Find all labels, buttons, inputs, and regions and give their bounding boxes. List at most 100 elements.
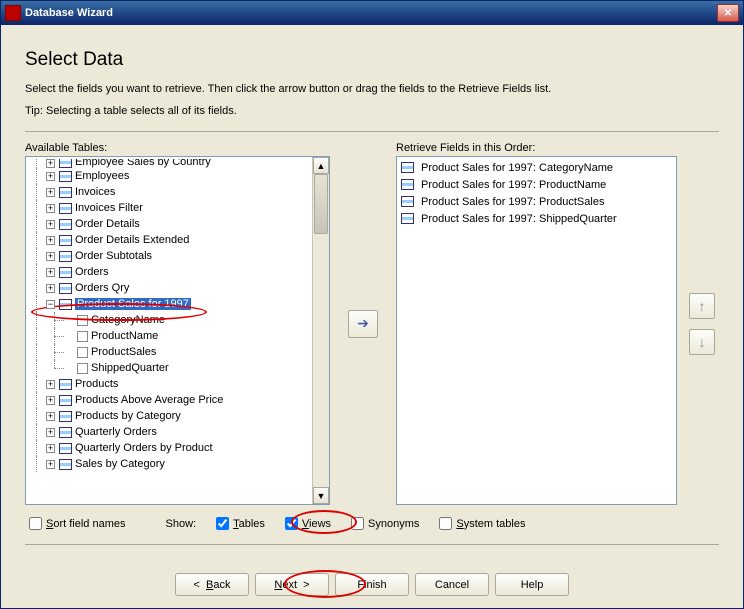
separator	[25, 131, 719, 132]
tree-node-label: ShippedQuarter	[91, 362, 169, 374]
tree-node-label: ProductName	[91, 330, 158, 342]
available-tables-tree[interactable]: +Employee Sales by Country+Employees+Inv…	[25, 156, 330, 505]
expand-icon[interactable]: +	[46, 159, 55, 168]
tree-node-selected[interactable]: −Product Sales for 1997	[28, 296, 327, 312]
tree-node-label: Invoices	[75, 186, 115, 198]
column-icon	[77, 331, 88, 342]
scroll-down-button[interactable]: ▼	[313, 487, 329, 504]
table-icon	[59, 379, 72, 390]
table-icon	[59, 171, 72, 182]
expand-icon[interactable]: +	[46, 284, 55, 293]
tree-node-label: Invoices Filter	[75, 202, 143, 214]
retrieve-field-item[interactable]: Product Sales for 1997: ShippedQuarter	[397, 210, 676, 227]
tree-node[interactable]: +Orders	[28, 264, 327, 280]
tree-node[interactable]: +Order Details Extended	[28, 232, 327, 248]
table-icon	[401, 196, 414, 207]
expand-icon[interactable]: +	[46, 220, 55, 229]
column-icon	[77, 363, 88, 374]
table-icon	[59, 427, 72, 438]
expand-icon[interactable]: +	[46, 188, 55, 197]
sort-field-names-checkbox[interactable]: Sort field names	[29, 517, 126, 530]
column-icon	[77, 315, 88, 326]
tree-node-label: Quarterly Orders	[75, 426, 157, 438]
tree-node-column[interactable]: CategoryName	[28, 312, 327, 328]
tree-node[interactable]: +Employees	[28, 168, 327, 184]
retrieve-field-label: Product Sales for 1997: ProductName	[421, 179, 606, 191]
scroll-up-button[interactable]: ▲	[313, 157, 329, 174]
wizard-button-row: < Back Next > Finish Cancel Help	[25, 573, 719, 596]
tree-node[interactable]: +Orders Qry	[28, 280, 327, 296]
table-icon	[59, 187, 72, 198]
tree-node[interactable]: + Invoices	[28, 184, 327, 200]
tree-node-column[interactable]: ShippedQuarter	[28, 360, 327, 376]
tables-checkbox[interactable]: Tables	[216, 517, 265, 530]
window-title: Database Wizard	[25, 7, 717, 19]
expand-icon[interactable]: +	[46, 396, 55, 405]
retrieve-field-item[interactable]: Product Sales for 1997: CategoryName	[397, 159, 676, 176]
next-button[interactable]: Next >	[255, 573, 329, 596]
finish-button[interactable]: Finish	[335, 573, 409, 596]
available-tables-column: Available Tables: +Employee Sales by Cou…	[25, 142, 330, 505]
retrieve-field-item[interactable]: Product Sales for 1997: ProductName	[397, 176, 676, 193]
help-button[interactable]: Help	[495, 573, 569, 596]
table-icon	[401, 213, 414, 224]
expand-icon[interactable]: +	[46, 204, 55, 213]
tree-node[interactable]: + Products by Category	[28, 408, 327, 424]
table-icon	[59, 159, 72, 168]
expand-icon[interactable]: +	[46, 412, 55, 421]
retrieve-field-label: Product Sales for 1997: ShippedQuarter	[421, 213, 617, 225]
add-field-button[interactable]: ➔	[348, 310, 378, 338]
instruction-text: Select the fields you want to retrieve. …	[25, 83, 719, 95]
expand-icon[interactable]: +	[46, 428, 55, 437]
tree-node[interactable]: + Invoices Filter	[28, 200, 327, 216]
system-tables-checkbox[interactable]: System tables	[439, 517, 525, 530]
tree-node-label: ProductSales	[91, 346, 156, 358]
arrow-right-icon: ➔	[357, 315, 369, 332]
show-label: Show:	[166, 518, 197, 530]
back-button[interactable]: < Back	[175, 573, 249, 596]
expand-icon[interactable]: +	[46, 252, 55, 261]
scrollbar[interactable]: ▲ ▼	[312, 157, 329, 504]
tree-node[interactable]: +Products Above Average Price	[28, 392, 327, 408]
tree-node-label: Products	[75, 378, 118, 390]
move-down-button[interactable]: ↓	[689, 329, 715, 355]
close-button[interactable]: ✕	[717, 4, 739, 22]
table-icon	[59, 299, 72, 310]
views-checkbox[interactable]: Views	[285, 517, 331, 530]
table-icon	[59, 411, 72, 422]
table-icon	[59, 203, 72, 214]
tree-node[interactable]: +Sales by Category	[28, 456, 327, 472]
tree-node-column[interactable]: ProductName	[28, 328, 327, 344]
expand-icon[interactable]: +	[46, 460, 55, 469]
retrieve-field-item[interactable]: Product Sales for 1997: ProductSales	[397, 193, 676, 210]
table-icon	[59, 443, 72, 454]
expand-icon[interactable]: +	[46, 444, 55, 453]
tree-node[interactable]: + Employee Sales by Country	[28, 159, 327, 168]
column-icon	[77, 347, 88, 358]
tree-node[interactable]: +Quarterly Orders by Product	[28, 440, 327, 456]
expand-icon[interactable]: +	[46, 172, 55, 181]
expand-icon[interactable]: +	[46, 268, 55, 277]
tree-node-label: Order Subtotals	[75, 250, 152, 262]
table-icon	[401, 179, 414, 190]
transfer-column: ➔	[338, 142, 388, 505]
expand-icon[interactable]: +	[46, 380, 55, 389]
collapse-icon[interactable]: −	[46, 300, 55, 309]
tree-node[interactable]: + Quarterly Orders	[28, 424, 327, 440]
retrieve-fields-list[interactable]: Product Sales for 1997: CategoryName Prod…	[396, 156, 677, 505]
tip-text: Tip: Selecting a table selects all of it…	[25, 105, 719, 117]
scroll-thumb[interactable]	[314, 174, 328, 234]
expand-icon[interactable]: +	[46, 236, 55, 245]
tree-node[interactable]: +Order Details	[28, 216, 327, 232]
synonyms-checkbox[interactable]: Synonyms	[351, 517, 419, 530]
retrieve-field-label: Product Sales for 1997: CategoryName	[421, 162, 613, 174]
tree-node-label: Employee Sales by Country	[75, 159, 211, 168]
cancel-button[interactable]: Cancel	[415, 573, 489, 596]
tree-node-label: Products by Category	[75, 410, 181, 422]
database-wizard-dialog: Database Wizard ✕ Select Data Select the…	[0, 0, 744, 609]
move-up-button[interactable]: ↑	[689, 293, 715, 319]
tree-node[interactable]: + Order Subtotals	[28, 248, 327, 264]
retrieve-fields-label: Retrieve Fields in this Order:	[396, 142, 677, 154]
tree-node-column[interactable]: ProductSales	[28, 344, 327, 360]
tree-node[interactable]: + Products	[28, 376, 327, 392]
